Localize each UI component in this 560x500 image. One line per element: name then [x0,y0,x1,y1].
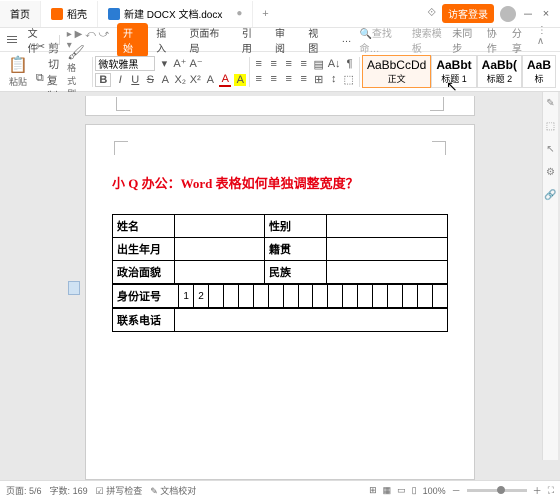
hamburger-icon[interactable] [4,33,20,46]
zoom-slider[interactable] [467,489,527,492]
clear-format[interactable]: A [204,74,216,86]
tool-cursor-icon[interactable]: ↖ [546,144,554,155]
proof[interactable]: ✎ 文档校对 [150,484,196,497]
sup-button[interactable]: X² [189,74,201,86]
document-page[interactable]: 小 Q 办公：Word 表格如何单独调整宽度？ 姓名性别 出生年月籍贯 政治面貌… [85,124,475,480]
toolbar: 📋粘贴 ✂剪切 ⧉复制 🖌格式刷 ▾A⁺A⁻ B I U S A X₂ X² A… [0,52,560,92]
sub-button[interactable]: X₂ [174,74,186,86]
style-h2[interactable]: AaBb(标题 2 [477,55,522,88]
shell-icon [51,8,63,20]
minimize-button[interactable]: － [522,6,534,22]
avatar[interactable] [500,6,516,22]
italic-button[interactable]: I [114,74,126,86]
tool-pencil-icon[interactable]: ✎ [546,98,554,109]
section-icon[interactable] [68,281,80,295]
new-tab-button[interactable]: + [253,8,277,20]
document-canvas: 小 Q 办公：Word 表格如何单独调整宽度？ 姓名性别 出生年月籍贯 政治面貌… [0,92,560,480]
strike-button[interactable]: S [144,74,156,86]
view-mode-icon[interactable]: ▯ [412,485,417,496]
word-count: 字数: 169 [50,484,88,497]
guest-login-button[interactable]: 访客登录 [442,4,494,23]
page-label: 页面: 5/6 [6,484,42,497]
font-family-select[interactable] [95,56,155,71]
menu-layout[interactable]: 页面布局 [183,23,233,57]
view-mode-icon[interactable]: ▭ [397,485,406,496]
font-effect[interactable]: A [159,74,171,86]
view-mode-icon[interactable]: ▦ [383,485,392,496]
menu-start[interactable]: 开始 [117,23,148,57]
spell-check[interactable]: ☑ 拼写检查 [96,484,143,497]
menu-ref[interactable]: 引用 [236,23,267,57]
word-icon [108,8,120,20]
tool-select-icon[interactable]: ⬚ [546,121,555,132]
style-body[interactable]: AaBbCcDd正文 [362,55,431,88]
menu-insert[interactable]: 插入 [150,23,181,57]
side-panel: ✎ ⬚ ↖ ⚙ 🔗 [542,92,558,460]
style-h1[interactable]: AaBbt标题 1 [431,55,476,88]
underline-button[interactable]: U [129,74,141,86]
id-row[interactable]: 身份证号 12 [112,284,448,308]
style-gallery: AaBbCcDd正文 AaBbt标题 1 AaBb(标题 2 AaB标 [362,55,556,88]
menu-more[interactable]: … [335,32,357,47]
zoom-level[interactable]: 100% [423,486,446,496]
find-command[interactable]: 🔍查找命… [359,25,409,55]
status-bar: 页面: 5/6 字数: 169 ☑ 拼写检查 ✎ 文档校对 ⊞ ▦ ▭ ▯ 10… [0,480,560,500]
menu-view[interactable]: 视图 [302,23,333,57]
phone-row[interactable]: 联系电话 [112,308,448,332]
unsync-label[interactable]: 未同步 [452,25,481,55]
view-mode-icon[interactable]: ⊞ [369,485,377,496]
bold-button[interactable]: B [95,73,111,87]
close-button[interactable]: × [540,8,552,20]
coop-label[interactable]: 协作 [487,25,506,55]
sync-icon[interactable]: ⟐ [427,7,436,20]
paste-group[interactable]: 📋粘贴 [4,55,32,88]
font-color[interactable]: A [219,73,231,87]
tool-settings-icon[interactable]: ⚙ [546,167,555,178]
form-table[interactable]: 姓名性别 出生年月籍贯 政治面貌民族 [112,214,448,284]
share-label[interactable]: 分享 [512,25,531,55]
cut-button[interactable]: ✂ [36,40,45,72]
style-h3[interactable]: AaB标 [522,55,556,88]
tool-clip-icon[interactable]: 🔗 [544,190,556,201]
menu-review[interactable]: 审阅 [269,23,300,57]
highlight[interactable]: A [234,74,246,86]
search-template[interactable]: 搜索模板 [412,25,450,55]
page-heading: 小 Q 办公：Word 表格如何单独调整宽度？ [112,173,448,192]
